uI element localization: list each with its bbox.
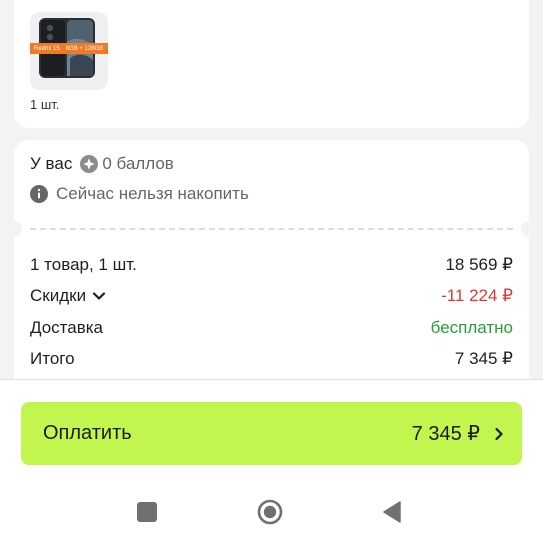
chevron-right-icon xyxy=(495,427,503,440)
product-badge: Redmi 15 6GB + 128GB xyxy=(30,43,108,54)
badge-spec: 6GB + 128GB xyxy=(65,45,104,52)
total-row: Итого 7 345 ₽ xyxy=(30,349,513,369)
order-summary-card: У вас 0 баллов Сейчас нельзя накопить 1 … xyxy=(6,140,537,400)
product-card: Redmi 15 6GB + 128GB 1 шт. xyxy=(14,0,529,128)
items-label: 1 товар, 1 шт. xyxy=(30,255,137,274)
product-thumbnail[interactable]: Redmi 15 6GB + 128GB xyxy=(30,12,108,90)
nav-home-button[interactable] xyxy=(254,496,286,528)
nav-recent-icon xyxy=(137,502,157,522)
points-prefix: У вас xyxy=(30,154,73,173)
total-label: Итого xyxy=(30,349,75,368)
ticket-notch-right xyxy=(521,221,537,237)
pay-button-label: Оплатить xyxy=(43,422,132,444)
points-info-row[interactable]: Сейчас нельзя накопить xyxy=(30,184,249,204)
ticket-notch-left xyxy=(6,221,22,237)
dashed-divider xyxy=(30,228,513,230)
pay-button[interactable]: Оплатить 7 345 ₽ xyxy=(21,402,522,465)
discount-value: -11 224 ₽ xyxy=(441,286,513,305)
points-value: 0 баллов xyxy=(102,154,174,173)
delivery-label: Доставка xyxy=(30,318,104,337)
nav-home-icon xyxy=(257,499,283,525)
chevron-down-icon xyxy=(92,292,106,300)
points-row: У вас 0 баллов xyxy=(30,154,174,174)
info-icon xyxy=(30,185,48,203)
pay-button-amount-group: 7 345 ₽ xyxy=(412,421,506,446)
discount-label: Скидки xyxy=(30,286,87,305)
badge-model: Redmi 15 xyxy=(34,45,60,52)
nav-back-button[interactable] xyxy=(376,496,408,528)
total-value: 7 345 ₽ xyxy=(454,349,513,368)
nav-recent-button[interactable] xyxy=(131,496,163,528)
delivery-row: Доставка бесплатно xyxy=(30,318,513,338)
nav-back-icon xyxy=(383,501,401,523)
items-row: 1 товар, 1 шт. 18 569 ₽ xyxy=(30,255,513,275)
discount-toggle[interactable]: Скидки xyxy=(30,286,106,306)
points-coin-icon xyxy=(80,155,99,173)
product-quantity: 1 шт. xyxy=(30,97,60,112)
items-value: 18 569 ₽ xyxy=(445,255,513,274)
system-nav-bar xyxy=(0,496,543,528)
discount-row[interactable]: Скидки -11 224 ₽ xyxy=(30,286,513,306)
pay-button-amount: 7 345 ₽ xyxy=(411,423,480,445)
points-info-text: Сейчас нельзя накопить xyxy=(56,184,249,203)
delivery-value: бесплатно xyxy=(430,318,513,337)
